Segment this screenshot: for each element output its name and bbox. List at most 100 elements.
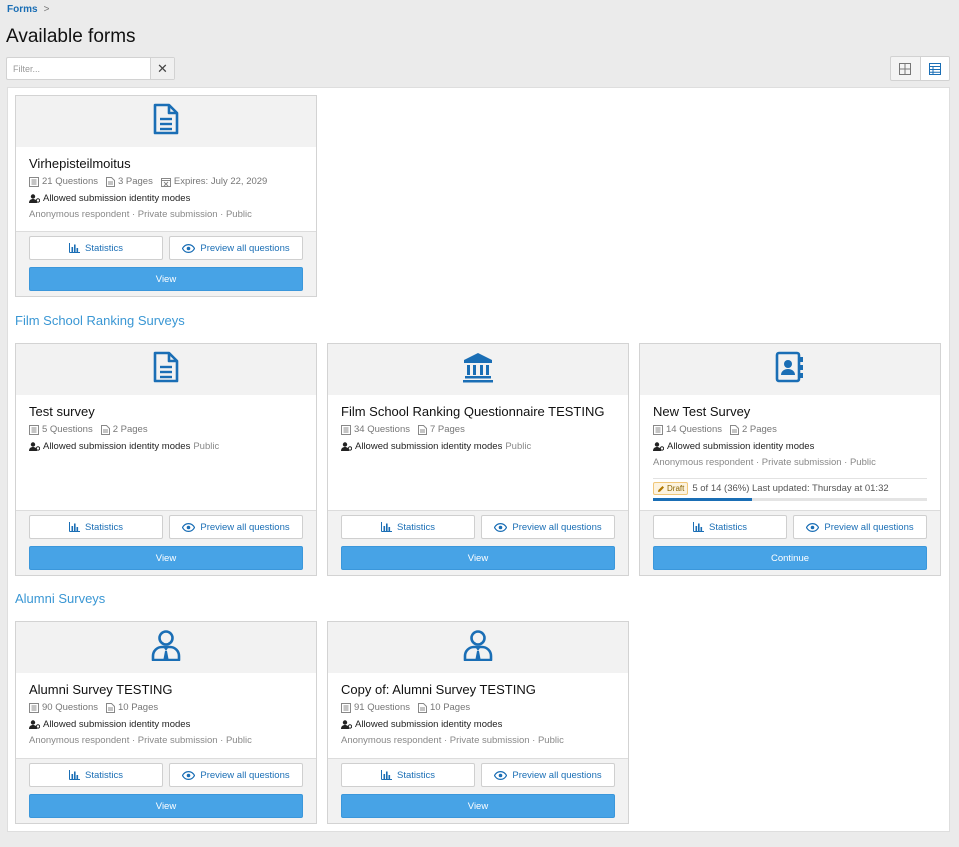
identity-modes-label: Allowed submission identity modes (355, 719, 503, 730)
pages-icon (100, 424, 110, 435)
questions-label: 14 Questions (666, 424, 722, 435)
questions-icon (29, 702, 39, 713)
table-view-button[interactable] (919, 57, 949, 80)
view-button[interactable]: View (29, 267, 303, 291)
pages-label: 10 Pages (117, 702, 159, 713)
breadcrumb-separator: > (43, 4, 50, 15)
identity-modes-inline: Public (505, 441, 532, 452)
identity-modes-label: Allowed submission identity modes (355, 441, 503, 452)
form-icon-area (16, 96, 316, 147)
form-icon-area (328, 344, 628, 395)
identity-modes: Allowed submission identity modes (653, 441, 927, 452)
form-card-new-test-survey: New Test Survey 14 Questions 2 Pages Allowe… (639, 343, 941, 576)
grid-icon (899, 62, 912, 75)
pages-count: 7 Pages (417, 424, 465, 435)
preview-all-questions-button[interactable]: Preview all questions (481, 515, 615, 539)
identity-modes-detail: Anonymous respondent · Private submissio… (29, 735, 252, 746)
form-title: New Test Survey (653, 404, 751, 419)
form-title: Alumni Survey TESTING (29, 682, 173, 697)
group-title-alumni: Alumni Surveys (15, 591, 106, 606)
view-button[interactable]: View (341, 794, 615, 818)
preview-label: Preview all questions (200, 521, 290, 533)
filter-input[interactable] (7, 58, 150, 79)
form-card-film-school-ranking-questionnaire-testing: Film School Ranking Questionnaire TESTIN… (327, 343, 629, 576)
form-title: Test survey (29, 404, 95, 419)
preview-all-questions-button[interactable]: Preview all questions (793, 515, 927, 539)
card-actions: Statistics Preview all questions View (16, 510, 316, 575)
pages-count: 3 Pages (105, 176, 153, 187)
table-icon (928, 62, 941, 75)
identity-modes-icon (653, 442, 664, 451)
statistics-label: Statistics (708, 521, 747, 533)
eye-icon (494, 522, 508, 532)
view-button[interactable]: View (341, 546, 615, 570)
preview-all-questions-button[interactable]: Preview all questions (169, 763, 303, 787)
group-title-film-school: Film School Ranking Surveys (15, 313, 185, 328)
questions-count: 21 Questions (29, 176, 98, 187)
draft-progress-bar (653, 498, 927, 501)
identity-modes-detail: Anonymous respondent · Private submissio… (341, 735, 564, 746)
form-icon-area (16, 344, 316, 395)
questions-icon (341, 424, 351, 435)
statistics-label: Statistics (396, 521, 435, 533)
draft-progress: Draft 5 of 14 (36%) Last updated: Thursda… (653, 478, 927, 495)
view-button[interactable]: View (29, 546, 303, 570)
pages-icon (105, 176, 115, 187)
filter-box: ✕ (6, 57, 175, 80)
view-button[interactable]: View (29, 794, 303, 818)
continue-button[interactable]: Continue (653, 546, 927, 570)
expiry-date: Expires: July 22, 2029 (160, 176, 268, 187)
identity-modes-detail: Anonymous respondent · Private submissio… (29, 209, 252, 220)
form-meta: 90 Questions 10 Pages (29, 702, 303, 713)
identity-modes: Allowed submission identity modes (29, 719, 303, 730)
identity-modes-label: Allowed submission identity modes (43, 193, 191, 204)
document-icon (153, 103, 179, 140)
questions-icon (653, 424, 663, 435)
identity-modes-icon (29, 442, 40, 451)
draft-progress-text: 5 of 14 (36%) Last updated: Thursday at … (692, 483, 889, 494)
statistics-label: Statistics (396, 769, 435, 781)
view-toggle (890, 56, 950, 81)
questions-icon (29, 176, 39, 187)
form-icon-area (16, 622, 316, 673)
identity-modes-icon (29, 720, 40, 729)
statistics-button[interactable]: Statistics (29, 515, 163, 539)
statistics-label: Statistics (84, 769, 123, 781)
breadcrumb: Forms > (7, 4, 49, 15)
identity-modes-label: Allowed submission identity modes (667, 441, 815, 452)
form-title: Film School Ranking Questionnaire TESTIN… (341, 404, 605, 419)
expiry-label: Expires: July 22, 2029 (173, 176, 268, 187)
pages-count: 2 Pages (729, 424, 777, 435)
statistics-button[interactable]: Statistics (653, 515, 787, 539)
preview-all-questions-button[interactable]: Preview all questions (169, 515, 303, 539)
grid-view-button[interactable] (891, 57, 920, 80)
statistics-button[interactable]: Statistics (341, 515, 475, 539)
eye-icon (806, 522, 820, 532)
eye-icon (182, 770, 196, 780)
preview-label: Preview all questions (824, 521, 914, 533)
breadcrumb-forms-link[interactable]: Forms (7, 4, 38, 15)
identity-modes-inline: Public (193, 441, 220, 452)
statistics-button[interactable]: Statistics (341, 763, 475, 787)
identity-modes: Allowed submission identity modes (341, 719, 615, 730)
statistics-button[interactable]: Statistics (29, 763, 163, 787)
preview-all-questions-button[interactable]: Preview all questions (481, 763, 615, 787)
pages-icon (105, 702, 115, 713)
statistics-icon (380, 770, 392, 780)
statistics-button[interactable]: Statistics (29, 236, 163, 260)
draft-badge-label: Draft (667, 484, 685, 493)
draft-progress-fill (653, 498, 752, 501)
clear-filter-button[interactable]: ✕ (150, 58, 174, 79)
pages-icon (417, 702, 427, 713)
form-card-test-survey: Test survey 5 Questions 2 Pages Allowed sub… (15, 343, 317, 576)
form-title: Copy of: Alumni Survey TESTING (341, 682, 536, 697)
draft-badge: Draft (653, 482, 689, 495)
questions-icon (341, 702, 351, 713)
statistics-label: Statistics (84, 521, 123, 533)
identity-modes-icon (341, 720, 352, 729)
identity-modes-detail: Anonymous respondent · Private submissio… (653, 457, 876, 468)
preview-all-questions-button[interactable]: Preview all questions (169, 236, 303, 260)
preview-label: Preview all questions (512, 521, 602, 533)
form-icon-area (328, 622, 628, 673)
questions-label: 91 Questions (354, 702, 410, 713)
